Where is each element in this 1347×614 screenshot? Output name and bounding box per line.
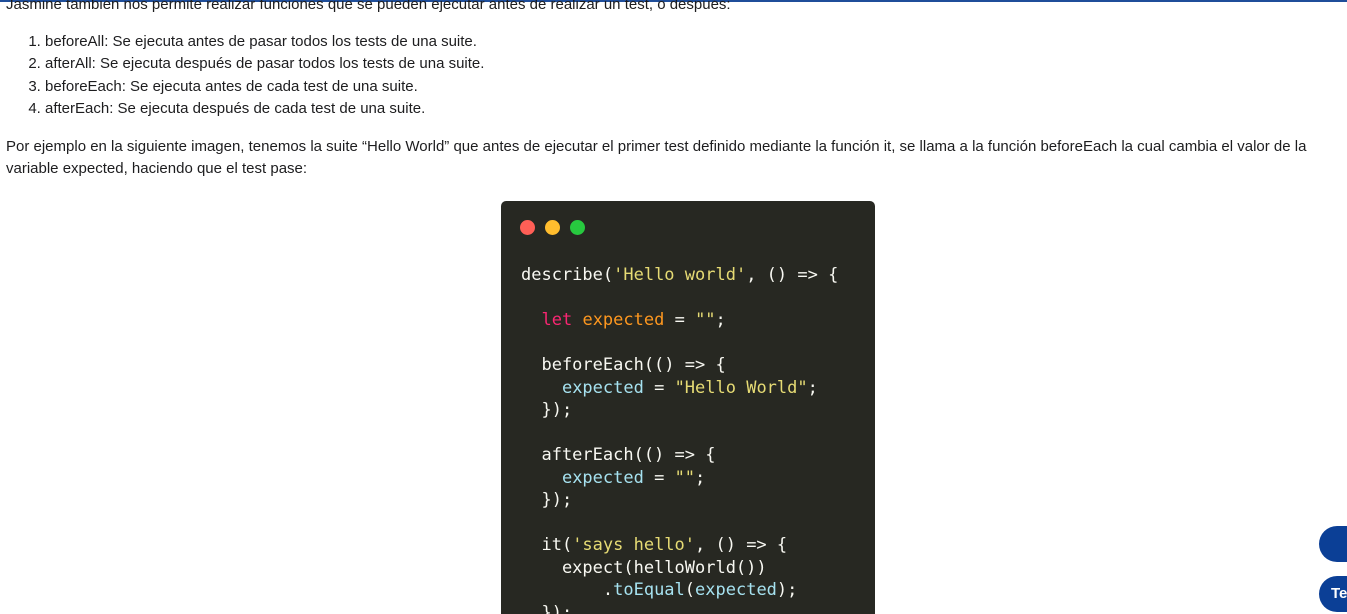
code-token: toEqual [613, 580, 685, 600]
code-line: expected = "Hello World"; [521, 377, 838, 400]
code-token: = [664, 310, 696, 330]
code-token: beforeEach(() => { [521, 355, 726, 375]
code-token: let [541, 310, 573, 330]
code-token: , () => { [695, 535, 788, 555]
floating-chat-button[interactable]: Te [1319, 576, 1347, 612]
code-token: describe( [521, 265, 614, 285]
code-token: it( [521, 535, 573, 555]
code-token: expected [561, 467, 644, 488]
maximize-dot-icon [570, 220, 585, 235]
code-token: "Hello World" [674, 377, 808, 398]
intro-paragraph: Jasmine también nos permite realizar fun… [6, 0, 731, 13]
code-token: expected [582, 310, 665, 330]
close-dot-icon [520, 220, 535, 235]
code-token: "" [674, 467, 696, 488]
code-line: let expected = ""; [521, 309, 838, 332]
code-token: }); [521, 400, 573, 420]
example-paragraph: Por ejemplo en la siguiente imagen, tene… [6, 137, 1307, 178]
code-token: "" [695, 310, 716, 330]
code-line: expected = ""; [521, 467, 838, 490]
code-token: ; [695, 467, 706, 488]
code-token: ; [807, 377, 818, 398]
code-token: expected [561, 377, 644, 398]
code-token: , () => { [746, 265, 839, 285]
list-item-before-all: beforeAll: Se ejecuta antes de pasar tod… [45, 31, 1336, 54]
code-line: .toEqual(expected); [521, 579, 838, 602]
code-token: ( [684, 580, 696, 600]
code-token: = [643, 467, 675, 488]
code-line: afterEach(() => { [521, 444, 838, 467]
code-block: describe('Hello world', () => { let expe… [521, 264, 838, 614]
code-token: ; [715, 310, 726, 330]
code-screenshot: describe('Hello world', () => { let expe… [501, 201, 875, 614]
code-line: describe('Hello world', () => { [521, 264, 838, 287]
code-line: it('says hello', () => { [521, 534, 838, 557]
floating-action-button[interactable] [1319, 526, 1347, 562]
code-token: expected [695, 580, 777, 600]
code-token: 'says hello' [572, 535, 696, 555]
article-body: Jasmine también nos permite realizar fun… [6, 0, 1336, 181]
code-token: expect(helloWorld()) [521, 557, 767, 578]
code-line: }); [521, 399, 838, 422]
list-item-after-all: afterAll: Se ejecuta después de pasar to… [45, 53, 1336, 76]
list-item-before-each: beforeEach: Se ejecuta antes de cada tes… [45, 76, 1336, 99]
code-line: }); [521, 489, 838, 512]
code-token: }); [521, 602, 573, 614]
code-token: }); [521, 490, 573, 510]
code-token: ); [776, 580, 798, 600]
code-token: . [521, 580, 614, 600]
code-token: afterEach(() => { [521, 445, 716, 465]
hooks-list: beforeAll: Se ejecuta antes de pasar tod… [6, 31, 1336, 121]
minimize-dot-icon [545, 220, 560, 235]
code-line: expect(helloWorld()) [521, 557, 838, 580]
code-token: 'Hello world' [613, 265, 747, 285]
code-line: beforeEach(() => { [521, 354, 838, 377]
code-token: = [643, 377, 675, 398]
code-line: }); [521, 602, 838, 614]
list-item-after-each: afterEach: Se ejecuta después de cada te… [45, 98, 1336, 121]
